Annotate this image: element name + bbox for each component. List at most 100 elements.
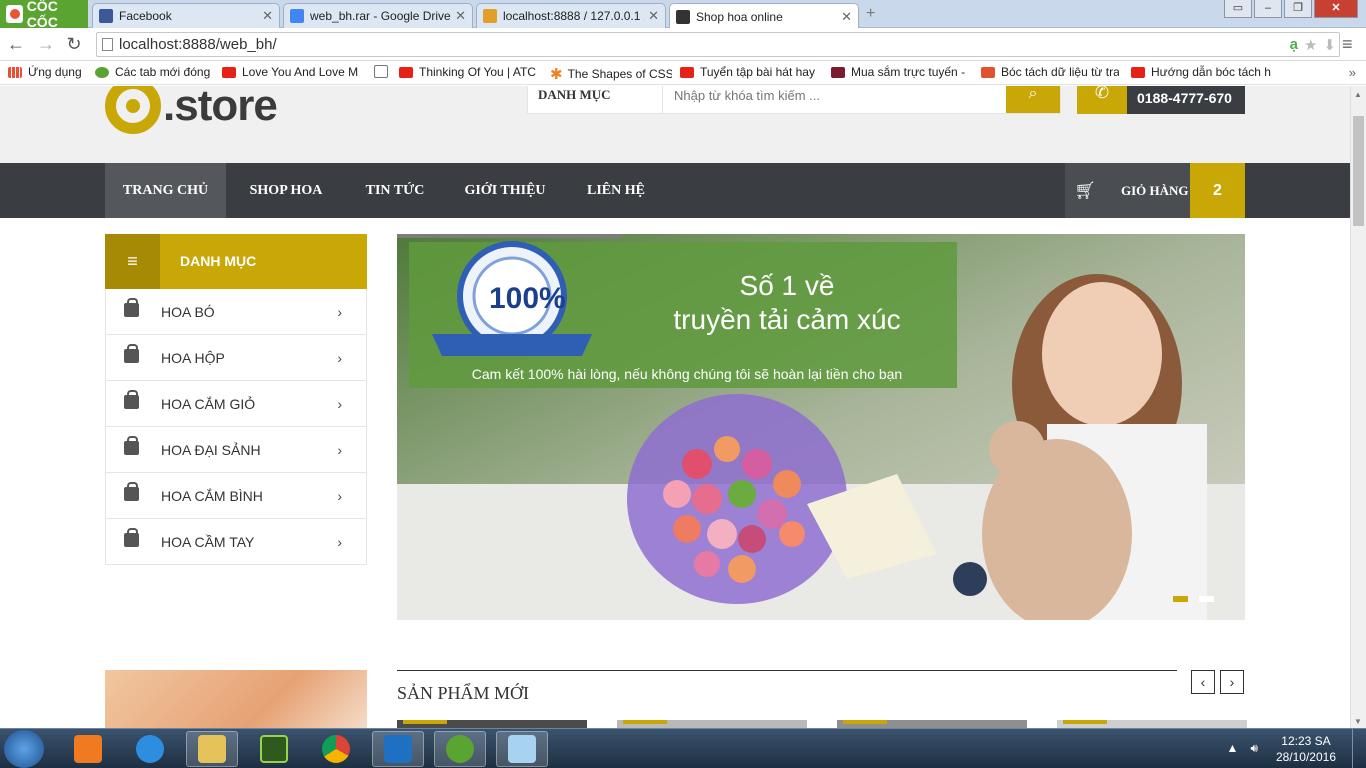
hero-slider[interactable]: 100% Số 1 về truyền tải cảm xúc Cam kết … — [397, 234, 1245, 620]
download-icon[interactable]: ⬇ — [1323, 36, 1336, 54]
sidebar-header: ≡ DANH MỤC — [105, 234, 367, 289]
back-icon[interactable]: ← — [6, 34, 26, 54]
search-category-select[interactable]: DANH MỤC — [528, 86, 663, 113]
sidebar-item-label: HOA BÓ — [161, 303, 215, 320]
bookmark-item[interactable]: Love You And Love M — [222, 65, 362, 79]
tab-close-icon[interactable]: ✕ — [262, 8, 273, 24]
sidebar-item-hoa-cam-tay[interactable]: HOA CẦM TAY › — [105, 519, 367, 565]
tab-facebook[interactable]: Facebook ✕ — [92, 3, 280, 28]
product-card[interactable] — [617, 720, 807, 728]
clock-time: 12:23 SA — [1281, 734, 1331, 748]
bookmark-item[interactable]: Mua sắm trực tuyến - — [831, 65, 969, 79]
taskbar-app[interactable] — [496, 731, 548, 767]
taskbar-ie[interactable] — [124, 731, 176, 767]
sidebar-item-hoa-bo[interactable]: HOA BÓ › — [105, 289, 367, 335]
user-icon[interactable]: ▭ — [1224, 0, 1252, 18]
carousel-prev-button[interactable]: ‹ — [1191, 670, 1215, 694]
scroll-up-icon[interactable]: ▲ — [1354, 90, 1362, 99]
shopping-bag-icon — [124, 390, 139, 409]
search-input[interactable] — [664, 86, 1007, 113]
bookmark-apps[interactable]: Ứng dụng — [8, 65, 88, 79]
browser-menu-button[interactable]: CỐC CỐC — [0, 0, 88, 30]
tab-label: localhost:8888 / 127.0.0.1 / — [503, 9, 645, 23]
url-field[interactable]: localhost:8888/web_bh/ — [96, 32, 1340, 57]
taskbar-coccoc[interactable] — [434, 731, 486, 767]
main-nav: TRANG CHỦ SHOP HOA TIN TỨC GIỚI THIỆU LI… — [0, 163, 1350, 218]
cart-button[interactable]: 🛒︎ GIỎ HÀNG 2 — [1065, 163, 1245, 218]
bookmark-item[interactable]: Bóc tách dữ liệu từ tra — [981, 65, 1119, 79]
menu-burger-icon[interactable]: ≡ — [105, 234, 160, 289]
sidebar-item-hoa-cam-gio[interactable]: HOA CẮM GIỎ › — [105, 381, 367, 427]
url-tools: ạ ★ ⬇ — [1290, 36, 1336, 54]
slider-dot-1[interactable] — [1173, 596, 1188, 602]
nav-shop-hoa[interactable]: SHOP HOA — [226, 163, 346, 218]
url-text: localhost:8888/web_bh/ — [119, 36, 277, 53]
show-hidden-icons-icon[interactable]: ▲ — [1227, 741, 1239, 756]
nav-contact[interactable]: LIÊN HỆ — [566, 163, 666, 218]
cart-count-badge: 2 — [1190, 163, 1245, 218]
taskbar-visual-studio[interactable] — [372, 731, 424, 767]
youtube-icon — [222, 66, 236, 78]
vietnamese-input-icon[interactable]: ạ — [1290, 36, 1298, 54]
settings-menu-icon[interactable]: ≡ — [1342, 34, 1358, 55]
tab-label: web_bh.rar - Google Drive — [310, 9, 451, 23]
taskbar-explorer[interactable] — [186, 731, 238, 767]
clock[interactable]: 12:23 SA 28/10/2016 — [1276, 733, 1336, 765]
taskbar-xampp[interactable] — [62, 731, 114, 767]
minimize-button[interactable]: – — [1254, 0, 1282, 18]
start-button[interactable] — [4, 730, 44, 768]
sidebar-item-label: HOA HỘP — [161, 349, 225, 366]
product-card[interactable] — [837, 720, 1027, 728]
slider-dot-2[interactable] — [1199, 596, 1214, 602]
nav-home[interactable]: TRANG CHỦ — [105, 163, 226, 218]
promo-image[interactable] — [105, 670, 367, 728]
carousel-next-button[interactable]: › — [1220, 670, 1244, 694]
taskbar-chrome[interactable] — [310, 731, 362, 767]
scroll-thumb[interactable] — [1353, 116, 1364, 226]
google-docs-icon — [290, 9, 304, 23]
tab-google-drive[interactable]: web_bh.rar - Google Drive ✕ — [283, 3, 473, 28]
tab-phpmyadmin[interactable]: localhost:8888 / 127.0.0.1 / ✕ — [476, 3, 666, 28]
reload-icon[interactable]: ↻ — [64, 34, 84, 54]
sidebar-item-label: HOA CẦM TAY — [161, 533, 255, 550]
tab-close-icon[interactable]: ✕ — [455, 8, 466, 24]
search-button[interactable]: ⌕ — [1006, 86, 1060, 113]
tab-label: Facebook — [119, 9, 172, 23]
bookmark-item[interactable]: Tuyển tập bài hát hay — [680, 65, 818, 79]
sidebar-item-hoa-cam-binh[interactable]: HOA CẮM BÌNH › — [105, 473, 367, 519]
nav-news[interactable]: TIN TỨC — [346, 163, 444, 218]
chevron-right-icon: › — [337, 395, 342, 412]
more-bookmarks-icon[interactable]: » — [1349, 65, 1356, 80]
volume-icon[interactable]: 🔊︎ — [1250, 741, 1258, 756]
bookmark-star-icon[interactable]: ★ — [1304, 36, 1317, 54]
bookmark-item[interactable]: ✱ The Shapes of CSS — [550, 65, 672, 83]
scroll-down-icon[interactable]: ▼ — [1354, 717, 1362, 726]
new-tab-button[interactable]: + — [866, 6, 886, 22]
product-card[interactable] — [1057, 720, 1247, 728]
bookmark-item[interactable]: Thinking Of You | ATC — [399, 65, 539, 79]
product-card[interactable] — [397, 720, 587, 728]
bookmark-label: Ứng dụng — [28, 65, 82, 79]
sidebar-item-hoa-hop[interactable]: HOA HỘP › — [105, 335, 367, 381]
tab-close-icon[interactable]: ✕ — [648, 8, 659, 24]
bookmark-label: The Shapes of CSS — [567, 67, 672, 81]
phone-icon: ✆ — [1077, 86, 1127, 114]
shopping-bag-icon — [124, 344, 139, 363]
show-desktop-button[interactable] — [1352, 729, 1366, 768]
close-window-button[interactable]: ✕ — [1314, 0, 1358, 18]
nav-about[interactable]: GIỚI THIỆU — [444, 163, 566, 218]
taskbar-dreamweaver[interactable] — [248, 731, 300, 767]
headline-line-1: Số 1 về — [739, 270, 835, 301]
page-scrollbar[interactable]: ▲ ▼ — [1350, 86, 1366, 728]
chrome-icon — [322, 735, 350, 763]
tab-close-icon[interactable]: ✕ — [841, 9, 852, 25]
bookmark-item[interactable]: Hướng dẫn bóc tách h — [1131, 65, 1271, 79]
tab-shop-hoa[interactable]: Shop hoa online ✕ — [669, 3, 859, 29]
sidebar-item-hoa-dai-sanh[interactable]: HOA ĐẠI SẢNH › — [105, 427, 367, 473]
restore-button[interactable]: ❐ — [1284, 0, 1312, 18]
store-logo[interactable]: .store — [105, 86, 278, 134]
chevron-right-icon: › — [337, 303, 342, 320]
forward-icon[interactable]: → — [36, 34, 56, 54]
bookmark-recent-tabs[interactable]: Các tab mới đóng — [95, 65, 217, 79]
bookmark-item[interactable] — [374, 65, 390, 78]
